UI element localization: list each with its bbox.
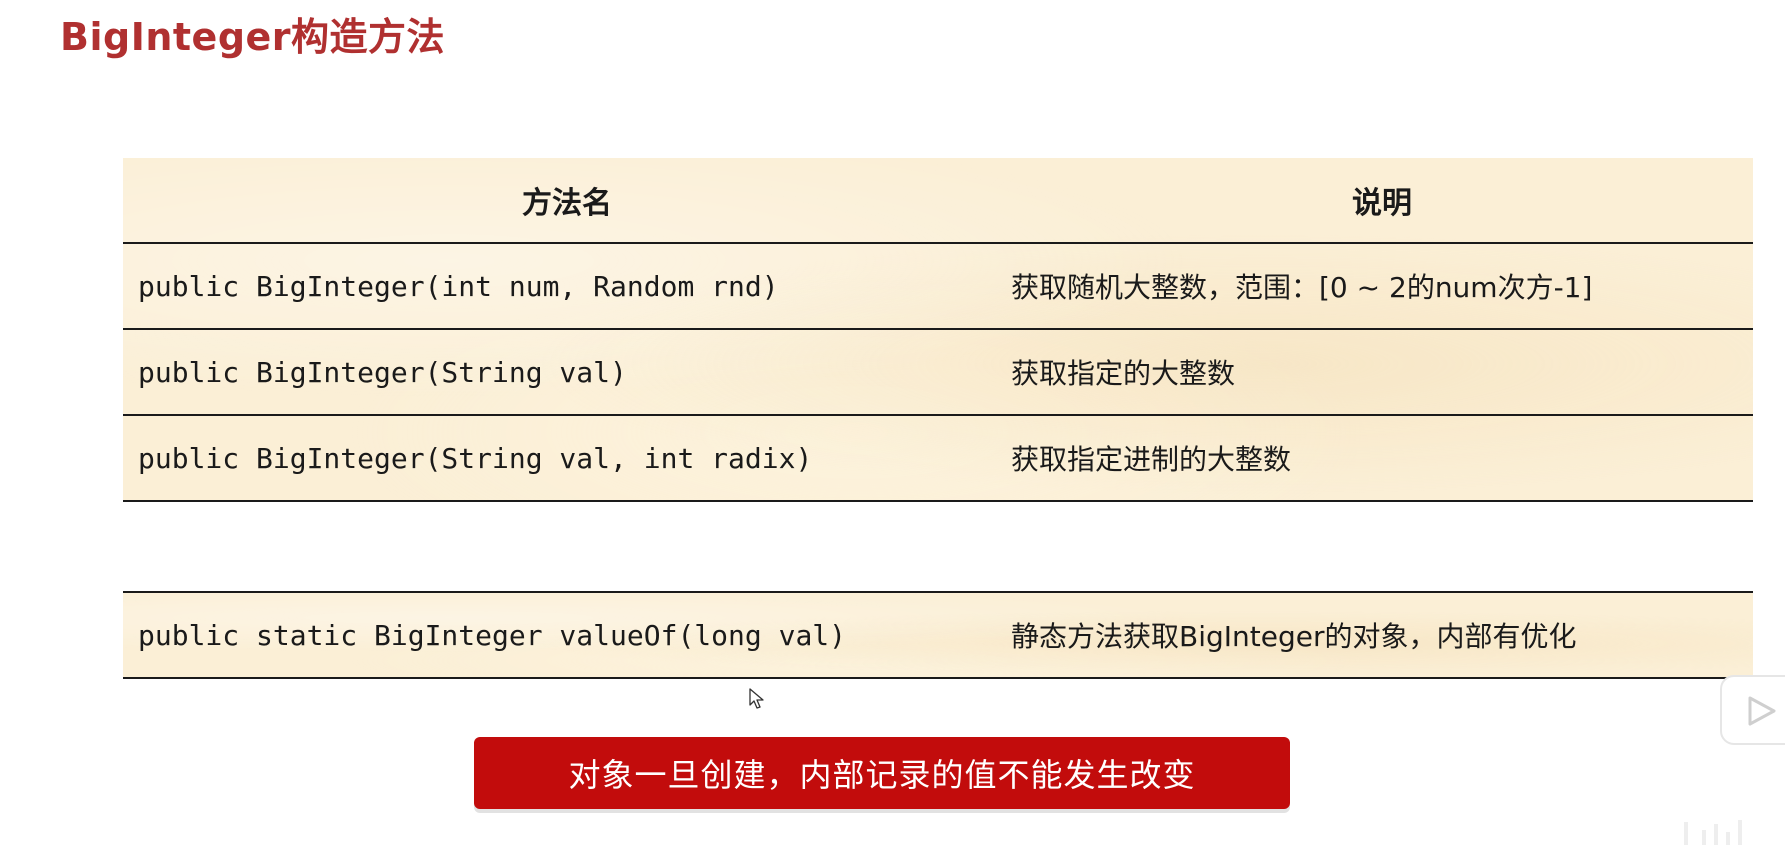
method-description: 获取指定进制的大整数 xyxy=(1011,415,1753,502)
immutability-note-banner: 对象一旦创建，内部记录的值不能发生改变 xyxy=(474,737,1290,809)
header-description: 说明 xyxy=(1011,158,1753,244)
page-title: BigInteger构造方法 xyxy=(60,15,446,59)
method-signature: public static BigInteger valueOf(long va… xyxy=(123,592,1011,679)
method-signature: public BigInteger(String val) xyxy=(123,329,1011,416)
watermark-icon xyxy=(1680,810,1750,845)
method-description: 静态方法获取BigInteger的对象，内部有优化 xyxy=(1011,592,1753,679)
method-description: 获取指定的大整数 xyxy=(1011,329,1753,416)
mouse-cursor-icon xyxy=(749,688,765,710)
table-row: public BigInteger(int num, Random rnd) 获… xyxy=(123,243,1753,330)
table-header-row: 方法名 说明 xyxy=(123,158,1753,244)
static-method-table: public static BigInteger valueOf(long va… xyxy=(123,591,1753,679)
play-button[interactable] xyxy=(1720,675,1785,745)
table-row: public static BigInteger valueOf(long va… xyxy=(123,592,1753,679)
play-icon xyxy=(1748,696,1776,726)
method-signature: public BigInteger(int num, Random rnd) xyxy=(123,243,1011,330)
constructor-table: 方法名 说明 public BigInteger(int num, Random… xyxy=(123,158,1753,502)
table-row: public BigInteger(String val) 获取指定的大整数 xyxy=(123,329,1753,416)
method-description: 获取随机大整数，范围：[0 ~ 2的num次方-1] xyxy=(1011,243,1753,330)
header-method-name: 方法名 xyxy=(123,158,1011,244)
table-row: public BigInteger(String val, int radix)… xyxy=(123,415,1753,502)
method-signature: public BigInteger(String val, int radix) xyxy=(123,415,1011,502)
